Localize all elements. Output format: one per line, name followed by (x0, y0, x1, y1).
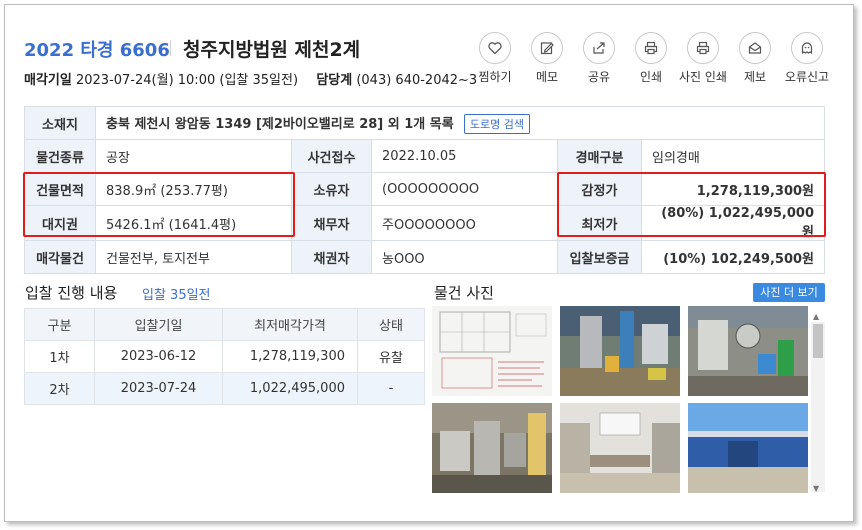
bid-date: 2023-06-12 (94, 340, 223, 373)
print-button[interactable]: 인쇄 (626, 32, 676, 85)
location-label: 소재지 (24, 106, 96, 140)
filed-label: 사건접수 (291, 139, 372, 173)
dept-phone: (043) 640-2042~3 (356, 73, 478, 88)
bid-status: - (357, 372, 425, 405)
auction-type-label: 경매구분 (557, 139, 642, 173)
scrollbar-thumb[interactable] (813, 324, 823, 358)
scroll-down-icon[interactable]: ▼ (813, 484, 819, 493)
deposit-label: 입찰보증금 (557, 240, 642, 274)
photo-gallery (432, 306, 826, 496)
action-bar: 찜하기 메모 공유 인쇄 사진 인쇄 제보 오류신고 (470, 32, 840, 88)
print-label: 인쇄 (639, 70, 663, 84)
favorite-label: 찜하기 (478, 70, 512, 84)
table-row: 2차 2023-07-24 1,022,495,000 - (24, 372, 425, 405)
bid-min-price: 1,022,495,000 (222, 372, 358, 405)
table-row: 물건종류 공장 사건접수 2022.10.05 경매구분 임의경매 (24, 139, 825, 173)
location-value: 충북 제천시 왕암동 1349 [제2바이오밸리로 28] 외 1개 목록 (106, 116, 454, 132)
area-highlight-box (23, 172, 295, 237)
memo-button[interactable]: 메모 (522, 32, 572, 85)
error-report-label: 오류신고 (784, 70, 830, 84)
photo-scrollbar[interactable] (811, 322, 825, 492)
creditor-value: 농OOO (371, 240, 558, 274)
report-tip-label: 제보 (743, 70, 767, 84)
photo-print-button[interactable]: 사진 인쇄 (678, 32, 728, 85)
photo-equipment[interactable] (688, 306, 808, 396)
court-name: 청주지방법원 제천2계 (183, 39, 361, 61)
printer-icon (696, 41, 710, 55)
table-header-row: 구분 입찰기일 최저매각가격 상태 (24, 308, 425, 341)
sale-date-label: 매각기일 (24, 73, 72, 88)
more-photos-button[interactable]: 사진 더 보기 (753, 283, 825, 302)
memo-label: 메모 (535, 70, 559, 84)
envelope-icon (748, 42, 762, 54)
sale-item-label: 매각물건 (24, 240, 96, 274)
bid-days-left: 입찰 35일전 (142, 288, 211, 303)
photo-machinery[interactable] (560, 306, 680, 396)
creditor-label: 채권자 (291, 240, 372, 274)
bid-min-price: 1,278,119,300 (222, 340, 358, 373)
debtor-value: 주OOOOOOOO (371, 205, 558, 241)
table-row: 매각물건 건물전부, 토지전부 채권자 농OOO 입찰보증금 (10%) 102… (24, 240, 825, 274)
table-row: 1차 2023-06-12 1,278,119,300 유찰 (24, 340, 425, 373)
favorite-button[interactable]: 찜하기 (470, 32, 520, 85)
col-bid-date: 입찰기일 (94, 308, 223, 341)
property-type-value: 공장 (95, 139, 292, 173)
bid-round: 2차 (24, 372, 95, 405)
col-round: 구분 (24, 308, 95, 341)
error-report-button[interactable]: 오류신고 (782, 32, 832, 85)
photo-print-label: 사진 인쇄 (679, 70, 727, 84)
col-status: 상태 (357, 308, 425, 341)
sale-date-value: 2023-07-24(월) 10:00 (입찰 35일전) (75, 73, 299, 88)
share-label: 공유 (587, 70, 611, 84)
case-number: 2022 타경 6606 (24, 40, 170, 61)
scroll-up-icon[interactable]: ▲ (813, 312, 819, 321)
title-divider (170, 40, 171, 56)
dept-label: 담당계 (316, 73, 353, 88)
owner-label: 소유자 (291, 172, 372, 206)
share-icon (593, 42, 605, 54)
printer-icon (644, 41, 658, 55)
bid-progress-title: 입찰 진행 내용 (25, 284, 118, 302)
deposit-value: (10%) 102,249,500원 (641, 240, 825, 274)
col-min-price: 최저매각가격 (222, 308, 358, 341)
bid-round: 1차 (24, 340, 95, 373)
auction-type-value: 임의경매 (641, 139, 825, 173)
ghost-icon (801, 42, 813, 55)
bid-status: 유찰 (357, 340, 425, 373)
bid-date: 2023-07-24 (94, 372, 223, 405)
photo-office[interactable] (560, 403, 680, 493)
debtor-label: 채무자 (291, 205, 372, 241)
sale-item-value: 건물전부, 토지전부 (95, 240, 292, 274)
sale-meta: 매각기일 2023-07-24(월) 10:00 (입찰 35일전) 담당계 (… (24, 69, 477, 88)
photo-tanks[interactable] (432, 403, 552, 493)
filed-value: 2022.10.05 (371, 139, 558, 173)
location-cell: 충북 제천시 왕암동 1349 [제2바이오밸리로 28] 외 1개 목록 도로… (95, 106, 825, 140)
owner-value: (OOOOOOOOO (371, 172, 558, 206)
heart-icon (488, 42, 502, 55)
road-search-button[interactable]: 도로명 검색 (463, 113, 530, 134)
share-button[interactable]: 공유 (574, 32, 624, 85)
photo-floor-plan[interactable] (432, 306, 552, 396)
table-row: 소재지 충북 제천시 왕암동 1349 [제2바이오밸리로 28] 외 1개 목… (24, 106, 825, 140)
price-highlight-box (557, 172, 826, 237)
pencil-icon (540, 42, 554, 55)
report-tip-button[interactable]: 제보 (730, 32, 780, 85)
bid-history-table: 구분 입찰기일 최저매각가격 상태 1차 2023-06-12 1,278,11… (24, 308, 425, 405)
property-type-label: 물건종류 (24, 139, 96, 173)
photo-building[interactable] (688, 403, 808, 493)
photos-title: 물건 사진 (434, 284, 494, 302)
